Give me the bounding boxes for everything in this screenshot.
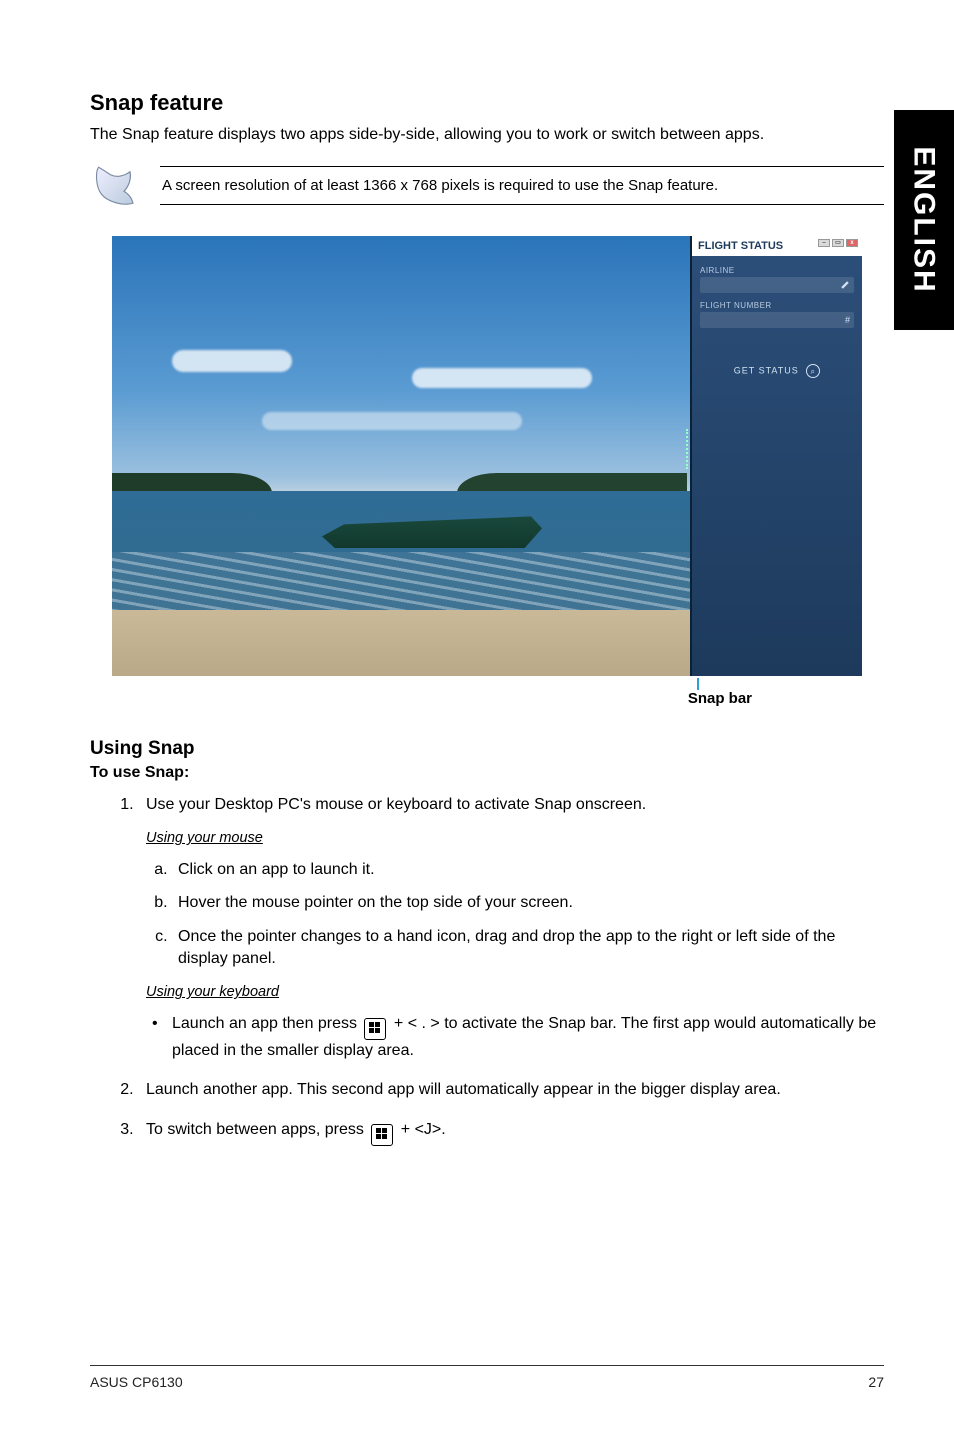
sub-using-keyboard: Using your keyboard xyxy=(146,983,884,1003)
heading-using-snap: Using Snap xyxy=(90,738,884,760)
footer-product: ASUS CP6130 xyxy=(90,1374,183,1390)
airline-label: AIRLINE xyxy=(700,266,854,275)
mouse-step-c: Once the pointer changes to a hand icon,… xyxy=(172,926,884,969)
airline-field[interactable] xyxy=(700,277,854,293)
windows-key-icon xyxy=(364,1018,386,1040)
flight-status-panel: FLIGHT STATUS – ▭ x AIRLINE FLIGHT NUMBE… xyxy=(692,236,862,676)
minimize-icon[interactable]: – xyxy=(818,239,830,247)
keyboard-step: Launch an app then press + < . > to acti… xyxy=(152,1013,884,1062)
heading-snap-feature: Snap feature xyxy=(90,90,884,116)
step-3: To switch between apps, press + <J>. xyxy=(138,1119,884,1146)
flight-number-label: FLIGHT NUMBER xyxy=(700,301,854,310)
page-footer: ASUS CP6130 27 xyxy=(90,1365,884,1390)
language-side-tab: ENGLISH xyxy=(894,110,954,330)
step-2: Launch another app. This second app will… xyxy=(138,1079,884,1101)
note-block: A screen resolution of at least 1366 x 7… xyxy=(90,164,884,208)
language-side-tab-label: ENGLISH xyxy=(907,146,941,293)
footer-page-number: 27 xyxy=(868,1374,884,1390)
edit-icon xyxy=(840,280,850,290)
step-1: Use your Desktop PC's mouse or keyboard … xyxy=(138,794,884,1062)
mouse-step-a: Click on an app to launch it. xyxy=(172,859,884,881)
window-controls: – ▭ x xyxy=(818,239,858,247)
get-status-button[interactable]: GET STATUS ⌕ xyxy=(700,364,854,378)
sub-using-mouse: Using your mouse xyxy=(146,829,884,849)
search-icon: ⌕ xyxy=(806,364,820,378)
note-text: A screen resolution of at least 1366 x 7… xyxy=(160,167,884,204)
caption-pointer xyxy=(697,678,699,690)
heading-to-use-snap: To use Snap: xyxy=(90,764,884,782)
maximize-icon[interactable]: ▭ xyxy=(832,239,844,247)
panel-title: FLIGHT STATUS xyxy=(698,240,783,252)
snap-screenshot: FLIGHT STATUS – ▭ x AIRLINE FLIGHT NUMBE… xyxy=(112,236,862,676)
close-icon[interactable]: x xyxy=(846,239,858,247)
mouse-step-b: Hover the mouse pointer on the top side … xyxy=(172,892,884,914)
snap-bar-caption: Snap bar xyxy=(688,690,752,707)
note-hand-icon xyxy=(94,164,142,208)
windows-key-icon xyxy=(371,1124,393,1146)
intro-paragraph: The Snap feature displays two apps side-… xyxy=(90,124,884,146)
flight-number-field[interactable]: # xyxy=(700,312,854,328)
